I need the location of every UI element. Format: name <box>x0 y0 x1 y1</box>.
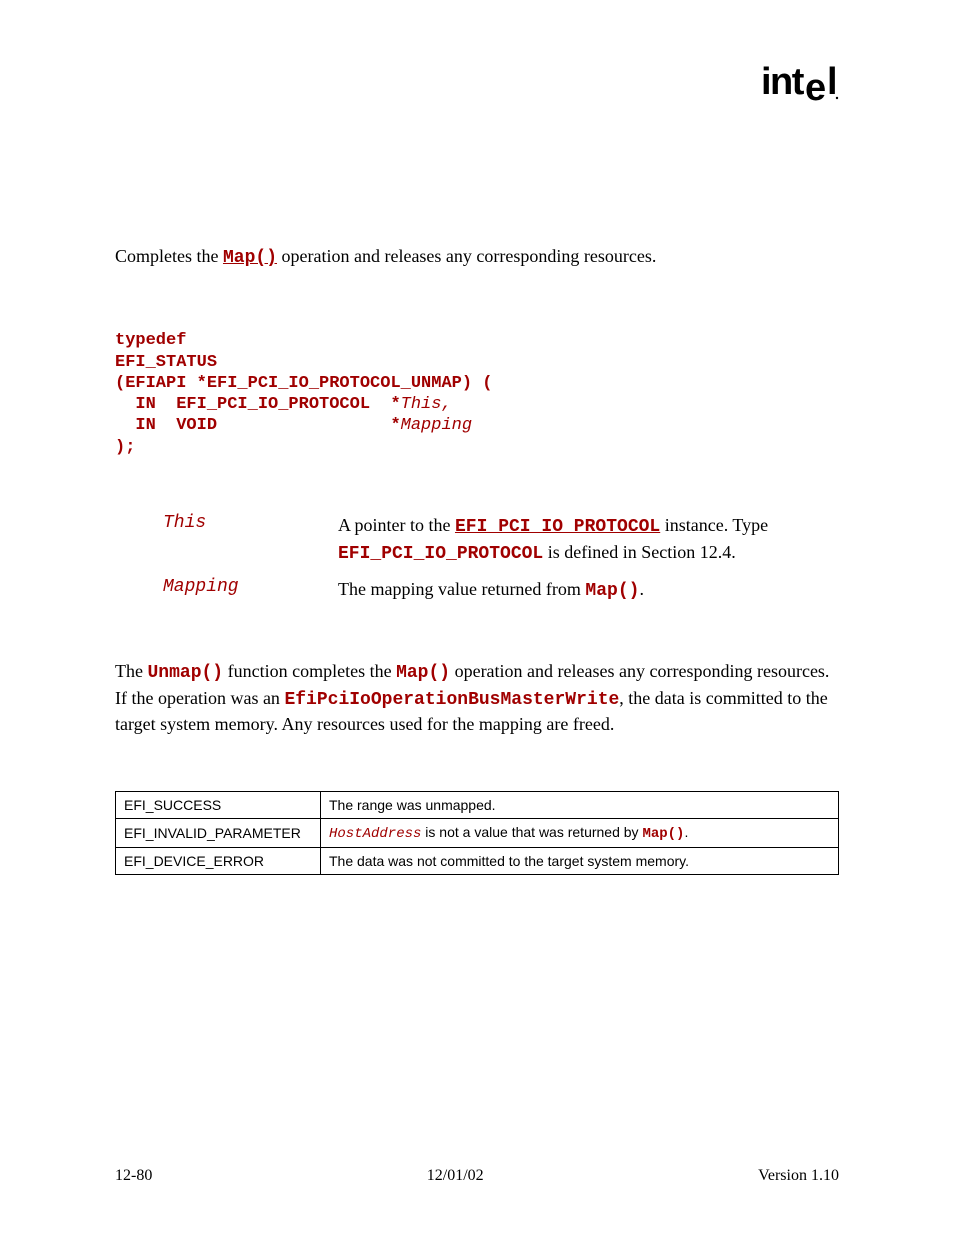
proto-l5a: IN VOID * <box>115 416 401 435</box>
svg-text:l: l <box>827 62 837 103</box>
svg-text:int: int <box>761 62 805 103</box>
status-code: EFI_DEVICE_ERROR <box>116 848 321 875</box>
parameters-block: This A pointer to the EFI_PCI_IO_PROTOCO… <box>163 513 839 605</box>
status-code: EFI_INVALID_PARAMETER <box>116 819 321 848</box>
status-desc: HostAddress is not a value that was retu… <box>321 819 839 848</box>
table-row: EFI_SUCCESS The range was unmapped. <box>116 792 839 819</box>
map-link[interactable]: Map() <box>223 248 277 268</box>
unmap-ref: Unmap() <box>147 663 223 683</box>
status-desc: The range was unmapped. <box>321 792 839 819</box>
param-desc-this: A pointer to the EFI_PCI_IO_PROTOCOL ins… <box>338 513 839 567</box>
proto-l4b: This, <box>401 395 452 414</box>
summary-text: Completes the Map() operation and releas… <box>115 245 839 270</box>
param-name-this: This <box>163 513 338 533</box>
description-text: The Unmap() function completes the Map()… <box>115 659 839 736</box>
map-ref: Map() <box>585 581 639 601</box>
table-row: EFI_DEVICE_ERROR The data was not commit… <box>116 848 839 875</box>
table-row: EFI_INVALID_PARAMETER HostAddress is not… <box>116 819 839 848</box>
status-desc: The data was not committed to the target… <box>321 848 839 875</box>
footer-version: Version 1.10 <box>758 1167 839 1185</box>
status-table: EFI_SUCCESS The range was unmapped. EFI_… <box>115 791 839 875</box>
op-ref: EfiPciIoOperationBusMasterWrite <box>284 690 619 710</box>
prototype-block: typedef EFI_STATUS (EFIAPI *EFI_PCI_IO_P… <box>115 330 839 458</box>
summary-pre: Completes the <box>115 246 223 266</box>
param-row: This A pointer to the EFI_PCI_IO_PROTOCO… <box>163 513 839 567</box>
param-desc-mapping: The mapping value returned from Map(). <box>338 577 839 604</box>
footer-page: 12-80 <box>115 1167 152 1185</box>
map-ref-3: Map() <box>642 826 684 842</box>
proto-l1: typedef <box>115 331 186 350</box>
intel-logo: int e l <box>761 62 839 104</box>
proto-link[interactable]: EFI_PCI_IO_PROTOCOL <box>455 517 660 537</box>
param-name-mapping: Mapping <box>163 577 338 597</box>
proto-l3: (EFIAPI *EFI_PCI_IO_PROTOCOL_UNMAP) ( <box>115 374 492 393</box>
svg-text:e: e <box>805 67 825 104</box>
map-ref-2: Map() <box>396 663 450 683</box>
status-code: EFI_SUCCESS <box>116 792 321 819</box>
param-row: Mapping The mapping value returned from … <box>163 577 839 604</box>
proto-l5b: Mapping <box>401 416 472 435</box>
summary-post: operation and releases any corresponding… <box>277 246 656 266</box>
proto-l4a: IN EFI_PCI_IO_PROTOCOL * <box>115 395 401 414</box>
footer-date: 12/01/02 <box>427 1167 484 1185</box>
proto-l6: ); <box>115 438 135 457</box>
hostaddress-ref: HostAddress <box>329 826 421 842</box>
proto-type: EFI_PCI_IO_PROTOCOL <box>338 544 543 564</box>
page-footer: 12-80 12/01/02 Version 1.10 <box>115 1167 839 1185</box>
proto-l2: EFI_STATUS <box>115 353 217 372</box>
